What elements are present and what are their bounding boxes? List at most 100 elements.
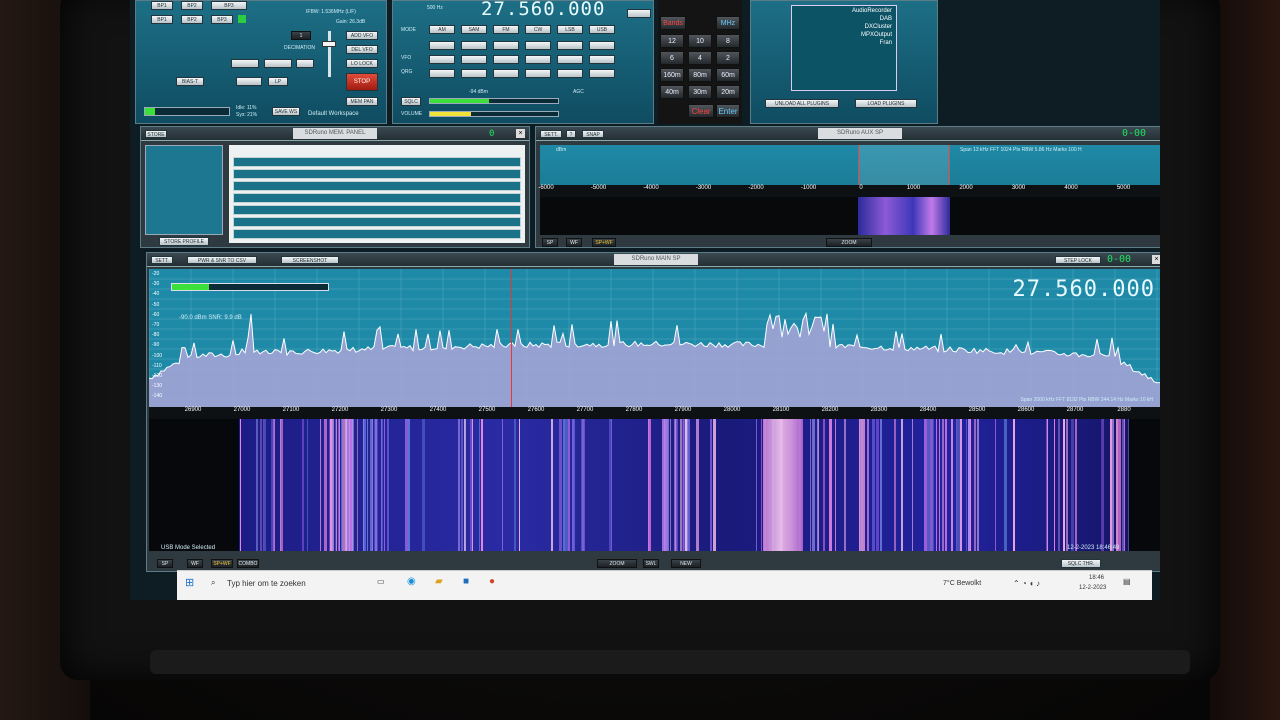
mode-button-fm[interactable]: FM xyxy=(493,25,519,34)
qrg-button[interactable] xyxy=(525,69,551,78)
rf-button[interactable] xyxy=(264,59,292,68)
step-lock-button[interactable]: STEP LOCK xyxy=(1055,256,1101,264)
qrg-button[interactable] xyxy=(461,69,487,78)
gain-slider-thumb[interactable] xyxy=(322,41,336,47)
search-icon[interactable]: ⌕ xyxy=(211,578,215,588)
keypad-key[interactable]: 12 xyxy=(660,34,684,48)
mode-button-am[interactable]: AM xyxy=(429,25,455,34)
vfo-frequency[interactable]: 27.560.000 xyxy=(481,0,605,20)
vfo-button[interactable] xyxy=(525,55,551,64)
main-zoom-control[interactable]: ZOOM xyxy=(597,559,637,568)
main-spwf-button[interactable]: SP+WF xyxy=(211,559,233,568)
edge-icon[interactable]: ◉ xyxy=(407,576,416,587)
aux-spwf-button[interactable]: SP+WF xyxy=(592,238,616,247)
lo-lock-button[interactable]: LO LOCK xyxy=(346,59,378,68)
filter-button[interactable] xyxy=(461,41,487,50)
explorer-icon[interactable]: ▰ xyxy=(435,576,443,587)
task-view-icon[interactable]: ▭ xyxy=(377,577,385,586)
mode-button-lsb[interactable]: LSB xyxy=(557,25,583,34)
keypad-key[interactable]: 8 xyxy=(716,34,740,48)
volume-slider[interactable] xyxy=(429,111,559,117)
qrg-button[interactable] xyxy=(429,69,455,78)
stop-button[interactable]: STOP xyxy=(346,73,378,91)
filter-button[interactable] xyxy=(493,41,519,50)
keypad-key[interactable]: 10 xyxy=(688,34,712,48)
mode-button-2[interactable]: BP2 xyxy=(181,1,203,10)
memory-row[interactable] xyxy=(233,169,521,179)
plugin-item[interactable]: AudioRecorder xyxy=(852,8,892,14)
tuning-marker[interactable] xyxy=(511,269,512,407)
sqlc-button[interactable]: SQLC xyxy=(401,97,421,106)
add-vfo-button[interactable]: ADD VFO xyxy=(346,31,378,40)
save-ws-button[interactable]: SAVE WS xyxy=(272,107,300,116)
plugin-item[interactable]: DAB xyxy=(880,16,892,22)
enter-key[interactable]: Enter xyxy=(716,104,740,118)
main-spectrum[interactable]: -20 -30 -40 -50 -60 -70 -80 -90 -100 -110 -120 -130… xyxy=(149,269,1160,407)
qrg-button[interactable] xyxy=(493,69,519,78)
mhz-key[interactable]: MHz xyxy=(716,16,740,30)
notification-icon[interactable]: ▤ xyxy=(1123,577,1131,586)
mode-button-usb[interactable]: USB xyxy=(589,25,615,34)
store-profile-button[interactable]: STORE PROFILE xyxy=(159,237,209,246)
tray-icons[interactable]: ⌃ ◔ ◖ ♪ xyxy=(1013,579,1040,588)
keypad-key[interactable]: 160m xyxy=(660,68,684,82)
aux-help-button[interactable]: ? xyxy=(566,130,576,138)
bias-t-button[interactable]: BIAS-T xyxy=(176,77,204,86)
swl-button[interactable]: SWL xyxy=(643,559,659,568)
pwr-snr-csv-button[interactable]: PWR & SNR TO CSV xyxy=(187,256,257,264)
main-sp-button[interactable]: SP xyxy=(157,559,173,568)
keypad-key[interactable]: 40m xyxy=(660,85,684,99)
mode-button-sam[interactable]: SAM xyxy=(461,25,487,34)
plugin-list[interactable]: AudioRecorder DAB DXCluster MPXOutput Fran xyxy=(791,5,897,91)
aux-sett-button[interactable]: SETT. xyxy=(540,130,562,138)
windows-start-icon[interactable]: ⊞ xyxy=(185,576,194,589)
main-wf-button[interactable]: WF xyxy=(187,559,203,568)
qrg-button[interactable] xyxy=(589,69,615,78)
bands-key[interactable]: Bands xyxy=(660,16,686,30)
main-frequency[interactable]: 27.560.000 xyxy=(1013,277,1155,302)
mode-select-button[interactable] xyxy=(236,77,262,86)
memory-row[interactable] xyxy=(233,181,521,191)
memory-row[interactable] xyxy=(233,205,521,215)
memory-row[interactable] xyxy=(233,193,521,203)
plugin-item[interactable]: Fran xyxy=(880,40,892,46)
unload-plugins-button[interactable]: UNLOAD ALL PLUGINS xyxy=(765,99,839,108)
keypad-key[interactable]: 4 xyxy=(688,51,712,65)
filter-button[interactable] xyxy=(589,41,615,50)
mode-button-cw[interactable]: CW xyxy=(525,25,551,34)
memory-row[interactable] xyxy=(233,217,521,227)
gain-slider-track[interactable] xyxy=(328,31,331,77)
small-button[interactable] xyxy=(296,59,314,68)
taskbar-search[interactable]: Typ hier om te zoeken xyxy=(227,579,306,588)
main-combo-button[interactable]: COMBO xyxy=(237,559,259,568)
weather-text[interactable]: 7°C Bewolkt xyxy=(943,580,981,587)
aux-filter-band[interactable] xyxy=(858,145,950,185)
plugin-item[interactable]: DXCluster xyxy=(865,24,892,30)
bp3-button[interactable]: BP3 xyxy=(211,15,233,24)
lp-button[interactable]: LP xyxy=(268,77,288,86)
aux-snap-button[interactable]: SNAP xyxy=(582,130,604,138)
clear-key[interactable]: Clear xyxy=(688,104,714,118)
mem-grid-left[interactable] xyxy=(145,145,223,235)
ref-button[interactable] xyxy=(231,59,259,68)
filter-button[interactable] xyxy=(525,41,551,50)
aux-zoom-control[interactable]: ZOOM xyxy=(826,238,872,247)
vfo-button[interactable] xyxy=(461,55,487,64)
mode-button-1[interactable]: BP1 xyxy=(151,1,173,10)
store-button[interactable]: STORE xyxy=(145,130,167,138)
load-plugins-button[interactable]: LOAD PLUGINS xyxy=(855,99,917,108)
screenshot-button[interactable]: SCREENSHOT xyxy=(281,256,339,264)
mem-close-icon[interactable]: × xyxy=(516,129,525,138)
decimation-value[interactable]: 1 xyxy=(291,31,311,40)
aux-sp-button[interactable]: SP xyxy=(542,238,558,247)
mem-table[interactable] xyxy=(229,145,525,243)
main-waterfall[interactable] xyxy=(149,419,1160,551)
memory-row[interactable] xyxy=(233,229,521,239)
store-icon[interactable]: ■ xyxy=(463,576,469,587)
aux-spectrum[interactable]: dBm Span 13 kHz FFT 1024 Pts RBW 5.86 Hz… xyxy=(540,145,1160,185)
keypad-key[interactable]: 6 xyxy=(660,51,684,65)
keypad-key[interactable]: 80m xyxy=(688,68,712,82)
vfo-button[interactable] xyxy=(557,55,583,64)
plugin-item[interactable]: MPXOutput xyxy=(861,32,892,38)
mode-button-3[interactable]: BP3 xyxy=(211,1,247,10)
